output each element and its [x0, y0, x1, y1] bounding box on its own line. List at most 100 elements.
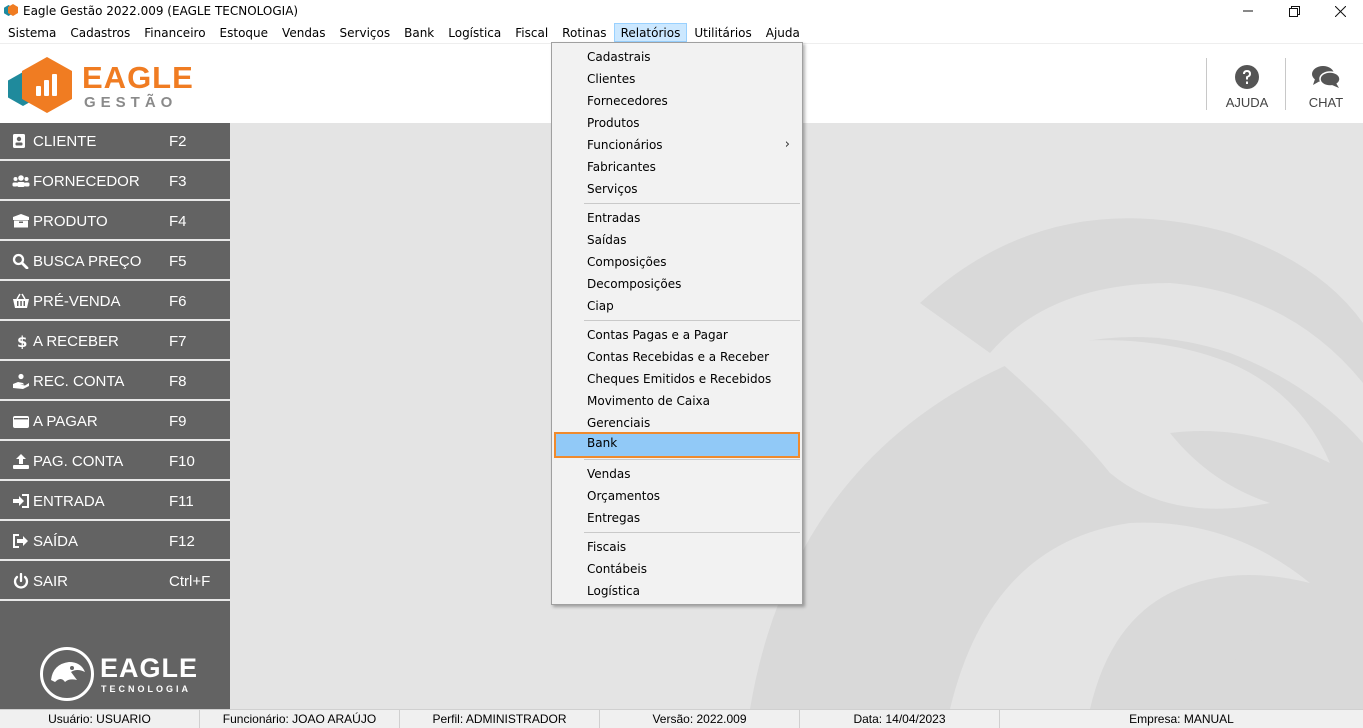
menu-sistema[interactable]: Sistema: [1, 23, 63, 42]
status-employee: Funcionário: JOAO ARAÚJO: [200, 710, 400, 728]
menu-item-label: Fornecedores: [587, 94, 668, 108]
menu-ajuda[interactable]: Ajuda: [759, 23, 807, 42]
menu-item-label: Ciap: [587, 299, 614, 313]
sidebar-logo-word: EAGLE: [100, 653, 199, 683]
sidebar-logo-subtitle: TECNOLOGIA: [101, 684, 191, 694]
sidebar-item-saida[interactable]: SAÍDA F12: [0, 523, 230, 561]
sidebar-item-produto[interactable]: PRODUTO F4: [0, 203, 230, 241]
minimize-button[interactable]: [1225, 0, 1271, 22]
menu-item-ciap[interactable]: Ciap: [554, 295, 800, 317]
menu-separator: [584, 203, 800, 204]
menu-item-fornecedores[interactable]: Fornecedores: [554, 90, 800, 112]
menu-item-cadastrais[interactable]: Cadastrais: [554, 46, 800, 68]
menu-item-vendas[interactable]: Vendas: [554, 463, 800, 485]
menu-financeiro[interactable]: Financeiro: [137, 23, 212, 42]
restore-icon: [1288, 5, 1300, 17]
menu-item-contas-pagas-e-a-pagar[interactable]: Contas Pagas e a Pagar: [554, 324, 800, 346]
menu-bank[interactable]: Bank: [397, 23, 441, 42]
sidebar: EAGLE TECNOLOGIA CLIENTE F2 FORNECEDOR F3 PR…: [0, 123, 230, 709]
menu-item-label: Movimento de Caixa: [587, 394, 711, 408]
status-profile: Perfil: ADMINISTRADOR: [400, 710, 600, 728]
menu-item-label: Contas Recebidas e a Receber: [587, 350, 770, 364]
bar-chart-icon: [36, 74, 60, 96]
shortcut-key: F11: [169, 492, 194, 510]
menu-item-contabeis[interactable]: Contábeis: [554, 558, 800, 580]
hand-coin-icon: [10, 373, 32, 389]
sidebar-item-label: A RECEBER: [33, 332, 119, 350]
close-icon: [1334, 5, 1346, 17]
question-circle-icon: [1235, 65, 1259, 89]
logo-word: EAGLE: [82, 60, 194, 95]
chat-bubbles-icon: [1312, 66, 1341, 88]
menu-item-orcamentos[interactable]: Orçamentos: [554, 485, 800, 507]
menu-item-gerenciais[interactable]: Gerenciais: [554, 412, 800, 434]
menu-item-logistica[interactable]: Logística: [554, 580, 800, 602]
menu-item-saidas[interactable]: Saídas: [554, 229, 800, 251]
menu-item-fabricantes[interactable]: Fabricantes: [554, 156, 800, 178]
menu-item-label: Decomposições: [587, 277, 682, 291]
menu-item-bank[interactable]: Bank: [554, 432, 800, 458]
menu-item-entradas[interactable]: Entradas: [554, 207, 800, 229]
shortcut-key: F8: [169, 372, 187, 390]
menu-cadastros[interactable]: Cadastros: [63, 23, 137, 42]
status-date: Data: 14/04/2023: [800, 710, 1000, 728]
power-icon: [10, 573, 32, 589]
menu-item-composicoes[interactable]: Composições: [554, 251, 800, 273]
status-company: Empresa: MANUAL: [1129, 712, 1234, 726]
sidebar-item-fornecedor[interactable]: FORNECEDOR F3: [0, 163, 230, 201]
sidebar-item-rec-conta[interactable]: REC. CONTA F8: [0, 363, 230, 401]
menu-item-label: Bank: [587, 436, 618, 450]
menu-item-label: Fabricantes: [587, 160, 656, 174]
dollar-icon: $: [10, 333, 32, 349]
sidebar-item-pag-conta[interactable]: PAG. CONTA F10: [0, 443, 230, 481]
shortcut-key: F5: [169, 252, 187, 270]
sidebar-item-label: CLIENTE: [33, 132, 97, 150]
restore-button[interactable]: [1271, 0, 1317, 22]
menu-fiscal[interactable]: Fiscal: [508, 23, 555, 42]
shortcut-key: F3: [169, 172, 187, 190]
menu-item-label: Entradas: [587, 211, 641, 225]
menu-relatorios[interactable]: Relatórios: [613, 23, 688, 42]
sidebar-item-a-receber[interactable]: $ A RECEBER F7: [0, 323, 230, 361]
help-button[interactable]: AJUDA: [1211, 58, 1283, 112]
shortcut-key: F12: [169, 532, 195, 550]
app-logo-icon: [4, 4, 18, 18]
box-icon: [10, 213, 32, 229]
wallet-icon: [10, 413, 32, 429]
shortcut-key: F6: [169, 292, 187, 310]
menu-logistica[interactable]: Logística: [441, 23, 508, 42]
menu-vendas[interactable]: Vendas: [275, 23, 333, 42]
menu-item-entregas[interactable]: Entregas: [554, 507, 800, 529]
search-icon: [10, 253, 32, 269]
menu-servicos[interactable]: Serviços: [333, 23, 398, 42]
menu-item-clientes[interactable]: Clientes: [554, 68, 800, 90]
eagle-tecnologia-logo: EAGLE TECNOLOGIA: [40, 647, 200, 703]
sidebar-item-label: BUSCA PREÇO: [33, 252, 142, 270]
menu-item-fiscais[interactable]: Fiscais: [554, 536, 800, 558]
sidebar-item-label: SAÍDA: [33, 532, 79, 550]
upload-icon: [10, 453, 32, 469]
sidebar-item-sair[interactable]: SAIR Ctrl+F: [0, 563, 230, 601]
menu-item-decomposicoes[interactable]: Decomposições: [554, 273, 800, 295]
menu-item-movimento-de-caixa[interactable]: Movimento de Caixa: [554, 390, 800, 412]
menu-item-cheques-emitidos-e-recebidos[interactable]: Cheques Emitidos e Recebidos: [554, 368, 800, 390]
menu-item-funcionarios[interactable]: Funcionários ›: [554, 134, 800, 156]
window-controls: [1225, 0, 1363, 22]
menu-utilitarios[interactable]: Utilitários: [687, 23, 758, 42]
sidebar-item-cliente[interactable]: CLIENTE F2: [0, 123, 230, 161]
sidebar-item-pre-venda[interactable]: PRÉ-VENDA F6: [0, 283, 230, 321]
sidebar-item-busca-preco[interactable]: BUSCA PREÇO F5: [0, 243, 230, 281]
chat-button[interactable]: CHAT: [1290, 58, 1362, 112]
menu-item-contas-recebidas-e-a-receber[interactable]: Contas Recebidas e a Receber: [554, 346, 800, 368]
sidebar-item-a-pagar[interactable]: A PAGAR F9: [0, 403, 230, 441]
sidebar-item-label: ENTRADA: [33, 492, 105, 510]
sidebar-item-entrada[interactable]: ENTRADA F11: [0, 483, 230, 521]
menu-rotinas[interactable]: Rotinas: [555, 23, 613, 42]
menu-item-label: Serviços: [587, 182, 638, 196]
shortcut-key: F10: [169, 452, 195, 470]
menu-item-servicos[interactable]: Serviços: [554, 178, 800, 200]
menu-item-label: Contas Pagas e a Pagar: [587, 328, 728, 342]
close-button[interactable]: [1317, 0, 1363, 22]
menu-item-produtos[interactable]: Produtos: [554, 112, 800, 134]
menu-estoque[interactable]: Estoque: [213, 23, 276, 42]
